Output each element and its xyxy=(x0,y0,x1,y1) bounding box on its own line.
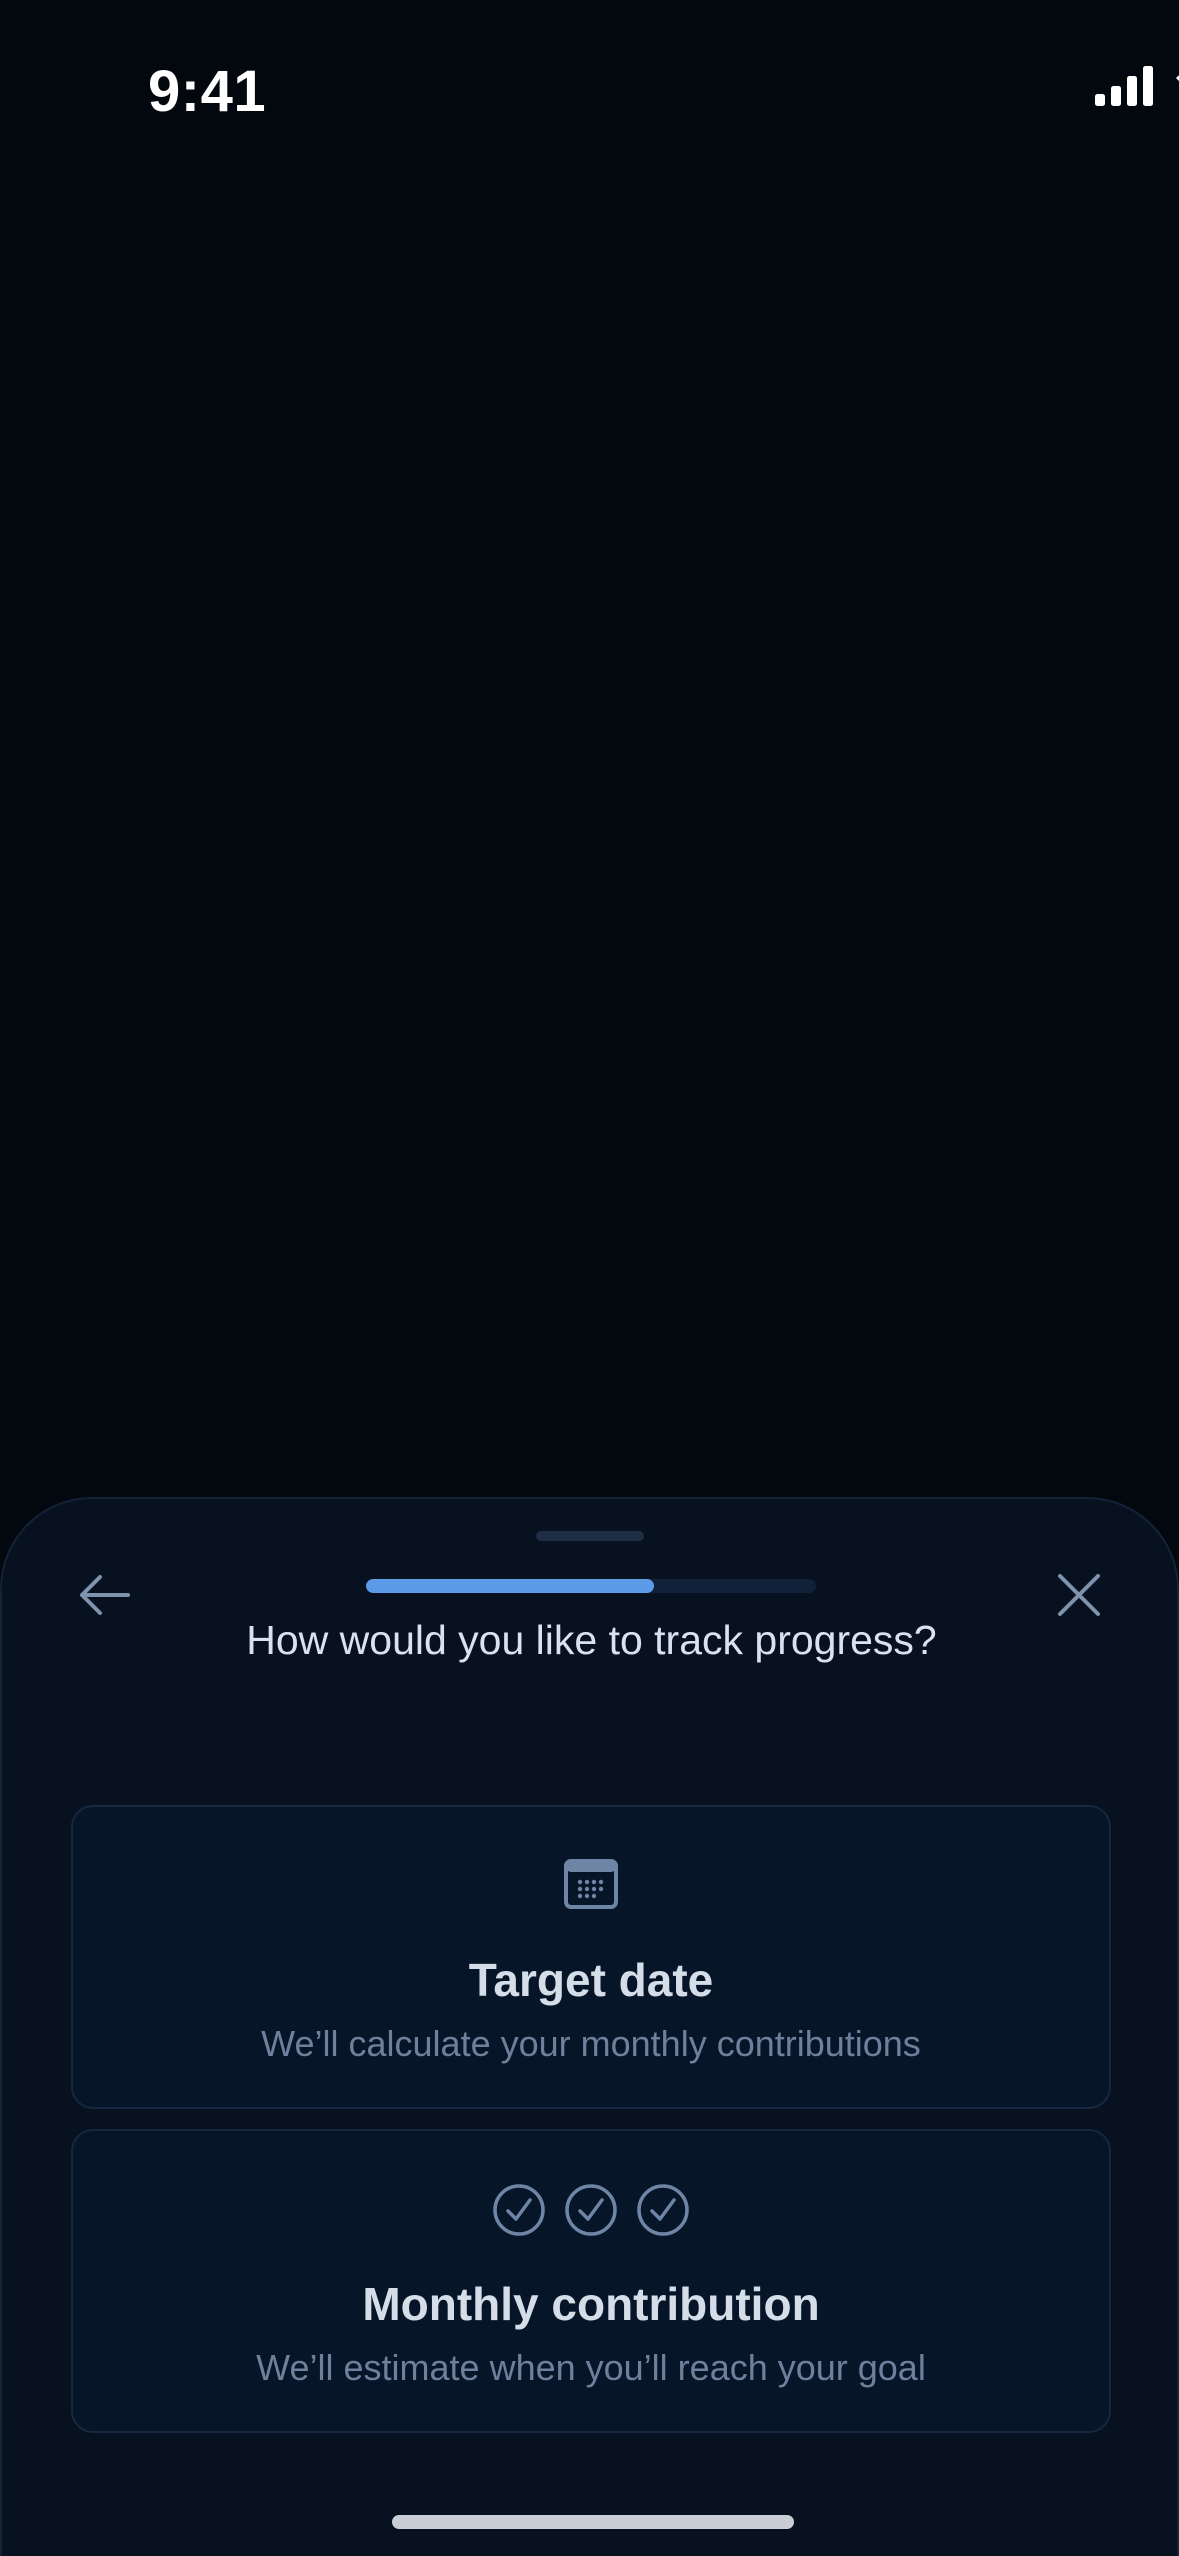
calendar-icon xyxy=(564,1859,618,1909)
target-date-option[interactable]: Target date We’ll calculate your monthly… xyxy=(71,1805,1111,2109)
sheet-title: How would you like to track progress? xyxy=(246,1617,937,1663)
arrow-left-icon xyxy=(80,1575,130,1615)
option-title: Target date xyxy=(468,1954,714,2006)
option-subtitle: We’ll calculate your monthly contributio… xyxy=(261,2023,921,2064)
option-subtitle: We’ll estimate when you’ll reach your go… xyxy=(256,2347,926,2388)
check-circle-icon xyxy=(493,2184,545,2236)
option-title: Monthly contribution xyxy=(362,2278,820,2330)
close-icon xyxy=(1058,1574,1100,1616)
progress-bar xyxy=(366,1579,816,1593)
check-circles-icon xyxy=(73,2183,1109,2237)
home-indicator xyxy=(392,2515,794,2529)
sheet-grabber[interactable] xyxy=(536,1531,644,1541)
cellular-signal-icon xyxy=(1095,66,1153,106)
check-circle-icon xyxy=(565,2184,617,2236)
app-screen: 9:41 How would you like to track progres… xyxy=(0,0,1179,2556)
status-time: 9:41 xyxy=(148,59,267,124)
bottom-sheet: How would you like to track progress? Ta… xyxy=(0,1497,1179,2556)
check-circle-icon xyxy=(637,2184,689,2236)
progress-bar-fill xyxy=(366,1579,654,1593)
monthly-contribution-option[interactable]: Monthly contribution We’ll estimate when… xyxy=(71,2129,1111,2433)
wifi-icon xyxy=(1176,75,1179,81)
